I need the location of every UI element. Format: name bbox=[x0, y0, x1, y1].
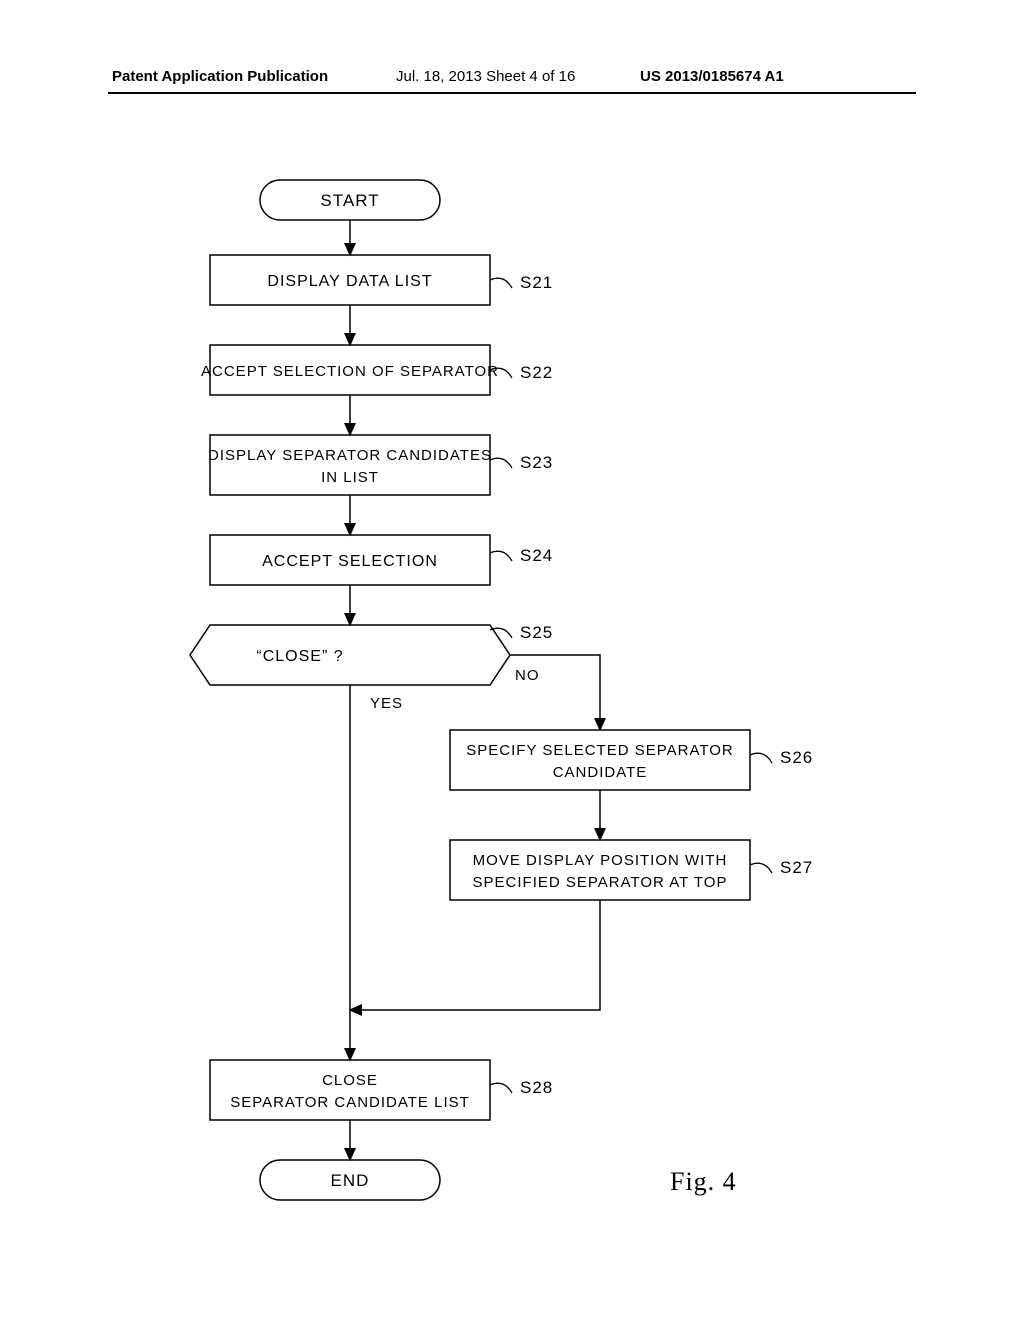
label-no: NO bbox=[515, 667, 540, 684]
label-s25: S25 bbox=[520, 623, 553, 642]
svg-text:SEPARATOR CANDIDATE LIST: SEPARATOR CANDIDATE LIST bbox=[230, 1094, 470, 1111]
svg-text:END: END bbox=[331, 1171, 370, 1190]
svg-text:MOVE DISPLAY POSITION WITH: MOVE DISPLAY POSITION WITH bbox=[473, 852, 728, 869]
sheet-label: Jul. 18, 2013 Sheet 4 of 16 bbox=[396, 68, 575, 85]
node-s28: CLOSE SEPARATOR CANDIDATE LIST bbox=[210, 1060, 490, 1120]
leader-s26 bbox=[750, 753, 772, 763]
leader-s28 bbox=[490, 1083, 512, 1093]
label-yes: YES bbox=[370, 695, 403, 712]
node-s21: DISPLAY DATA LIST bbox=[210, 255, 490, 305]
page-header: Patent Application Publication Jul. 18, … bbox=[0, 68, 1024, 92]
node-end: END bbox=[260, 1160, 440, 1200]
header-rule bbox=[108, 92, 916, 94]
leader-s23 bbox=[490, 458, 512, 468]
publication-label: Patent Application Publication bbox=[112, 68, 328, 85]
node-s27: MOVE DISPLAY POSITION WITH SPECIFIED SEP… bbox=[450, 840, 750, 900]
label-s26: S26 bbox=[780, 748, 813, 767]
node-s25: “CLOSE” ? bbox=[190, 625, 510, 685]
svg-text:SPECIFY SELECTED SEPARATOR: SPECIFY SELECTED SEPARATOR bbox=[466, 742, 733, 759]
figure-label: Fig. 4 bbox=[670, 1167, 737, 1196]
leader-s21 bbox=[490, 278, 512, 288]
svg-text:DISPLAY DATA LIST: DISPLAY DATA LIST bbox=[267, 273, 432, 290]
patent-number: US 2013/0185674 A1 bbox=[640, 68, 784, 85]
svg-text:ACCEPT SELECTION OF SEPARATOR: ACCEPT SELECTION OF SEPARATOR bbox=[201, 363, 499, 380]
label-s28: S28 bbox=[520, 1078, 553, 1097]
svg-text:START: START bbox=[320, 191, 379, 210]
node-s22: ACCEPT SELECTION OF SEPARATOR bbox=[201, 345, 499, 395]
node-s24: ACCEPT SELECTION bbox=[210, 535, 490, 585]
svg-text:“CLOSE” ?: “CLOSE” ? bbox=[256, 648, 343, 665]
svg-text:IN LIST: IN LIST bbox=[321, 469, 379, 486]
label-s22: S22 bbox=[520, 363, 553, 382]
svg-text:DISPLAY SEPARATOR CANDIDATES: DISPLAY SEPARATOR CANDIDATES bbox=[208, 447, 492, 464]
label-s27: S27 bbox=[780, 858, 813, 877]
node-s26: SPECIFY SELECTED SEPARATOR CANDIDATE bbox=[450, 730, 750, 790]
leader-s27 bbox=[750, 863, 772, 873]
label-s23: S23 bbox=[520, 453, 553, 472]
svg-text:CANDIDATE: CANDIDATE bbox=[553, 764, 648, 781]
edge-s27-merge bbox=[350, 900, 600, 1010]
svg-text:ACCEPT SELECTION: ACCEPT SELECTION bbox=[262, 553, 438, 570]
label-s21: S21 bbox=[520, 273, 553, 292]
leader-s24 bbox=[490, 551, 512, 561]
label-s24: S24 bbox=[520, 546, 553, 565]
svg-text:SPECIFIED SEPARATOR AT TOP: SPECIFIED SEPARATOR AT TOP bbox=[473, 874, 728, 891]
node-s23: DISPLAY SEPARATOR CANDIDATES IN LIST bbox=[208, 435, 492, 495]
flowchart: START DISPLAY DATA LIST S21 ACCEPT SELEC… bbox=[0, 160, 1024, 1280]
node-start: START bbox=[260, 180, 440, 220]
svg-text:CLOSE: CLOSE bbox=[322, 1072, 378, 1089]
